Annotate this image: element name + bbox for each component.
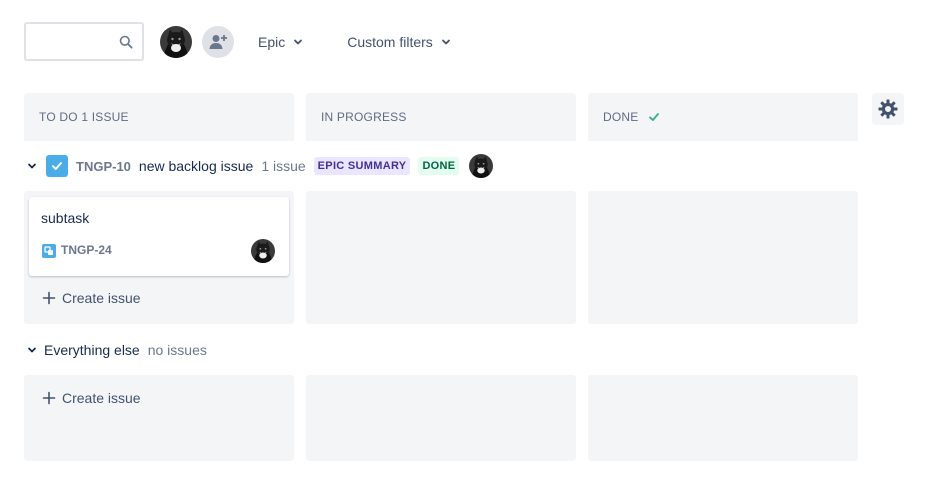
issue-key: TNGP-24 — [61, 243, 112, 257]
column-title: TO DO 1 ISSUE — [39, 110, 129, 124]
plus-icon — [42, 391, 56, 405]
swimlane-epic: TNGP-10 new backlog issue 1 issue EPIC S… — [24, 153, 493, 179]
column-header-todo: TO DO 1 ISSUE — [24, 93, 294, 141]
chevron-down-icon — [28, 163, 36, 169]
create-issue-button[interactable]: Create issue — [42, 290, 141, 306]
checkbox-icon — [52, 162, 62, 170]
column-cell-done — [588, 191, 858, 324]
board-settings-button[interactable] — [872, 93, 904, 125]
column-cell-todo — [24, 375, 294, 461]
create-issue-label: Create issue — [62, 290, 141, 306]
issue-card[interactable]: subtask TNGP-24 — [29, 197, 289, 276]
column-cell-in-progress — [306, 375, 576, 461]
swimlane-toggle[interactable] — [24, 342, 40, 358]
assignee-avatar — [251, 239, 275, 263]
column-cell-done — [588, 375, 858, 461]
swimlane-toggle[interactable] — [24, 158, 40, 174]
add-people-button[interactable] — [202, 25, 234, 58]
swimlane-issue-count: no issues — [147, 342, 207, 358]
create-issue-label: Create issue — [62, 390, 141, 406]
column-header-in-progress: IN PROGRESS — [306, 93, 576, 141]
custom-filters-dropdown[interactable]: Custom filters — [339, 26, 459, 58]
epic-filter-dropdown[interactable]: Epic — [250, 26, 311, 58]
issue-card-title: subtask — [41, 210, 90, 226]
create-issue-button[interactable]: Create issue — [42, 390, 141, 406]
epic-key-link[interactable]: TNGP-10 — [76, 159, 131, 174]
swimlane-title: Everything else — [44, 342, 140, 358]
epic-filter-label: Epic — [258, 33, 286, 50]
column-title: IN PROGRESS — [321, 110, 407, 124]
plus-icon — [42, 291, 56, 305]
epic-issue-count: 1 issue — [261, 158, 306, 174]
board-toolbar: Epic Custom filters — [24, 22, 459, 61]
subtask-icon — [42, 244, 56, 258]
search-input[interactable] — [26, 24, 116, 59]
column-header-done: DONE — [588, 93, 858, 141]
user-avatar-filter[interactable] — [160, 26, 192, 58]
chevron-down-icon — [294, 39, 303, 44]
done-check-icon — [649, 113, 660, 121]
epic-title: new backlog issue — [138, 158, 254, 174]
add-person-icon — [209, 34, 227, 49]
chevron-down-icon — [28, 347, 36, 353]
column-cell-in-progress — [306, 191, 576, 324]
swimlane-everything-else: Everything else no issues — [24, 339, 207, 361]
avatar — [469, 154, 493, 178]
search-icon — [119, 35, 133, 49]
gear-icon — [878, 99, 898, 119]
epic-summary-badge: EPIC SUMMARY — [313, 157, 411, 175]
search-box[interactable] — [24, 22, 144, 61]
column-title: DONE — [603, 110, 639, 124]
epic-type-icon — [46, 155, 68, 177]
chevron-down-icon — [441, 39, 450, 44]
custom-filters-label: Custom filters — [347, 33, 433, 50]
status-badge: DONE — [418, 157, 460, 175]
